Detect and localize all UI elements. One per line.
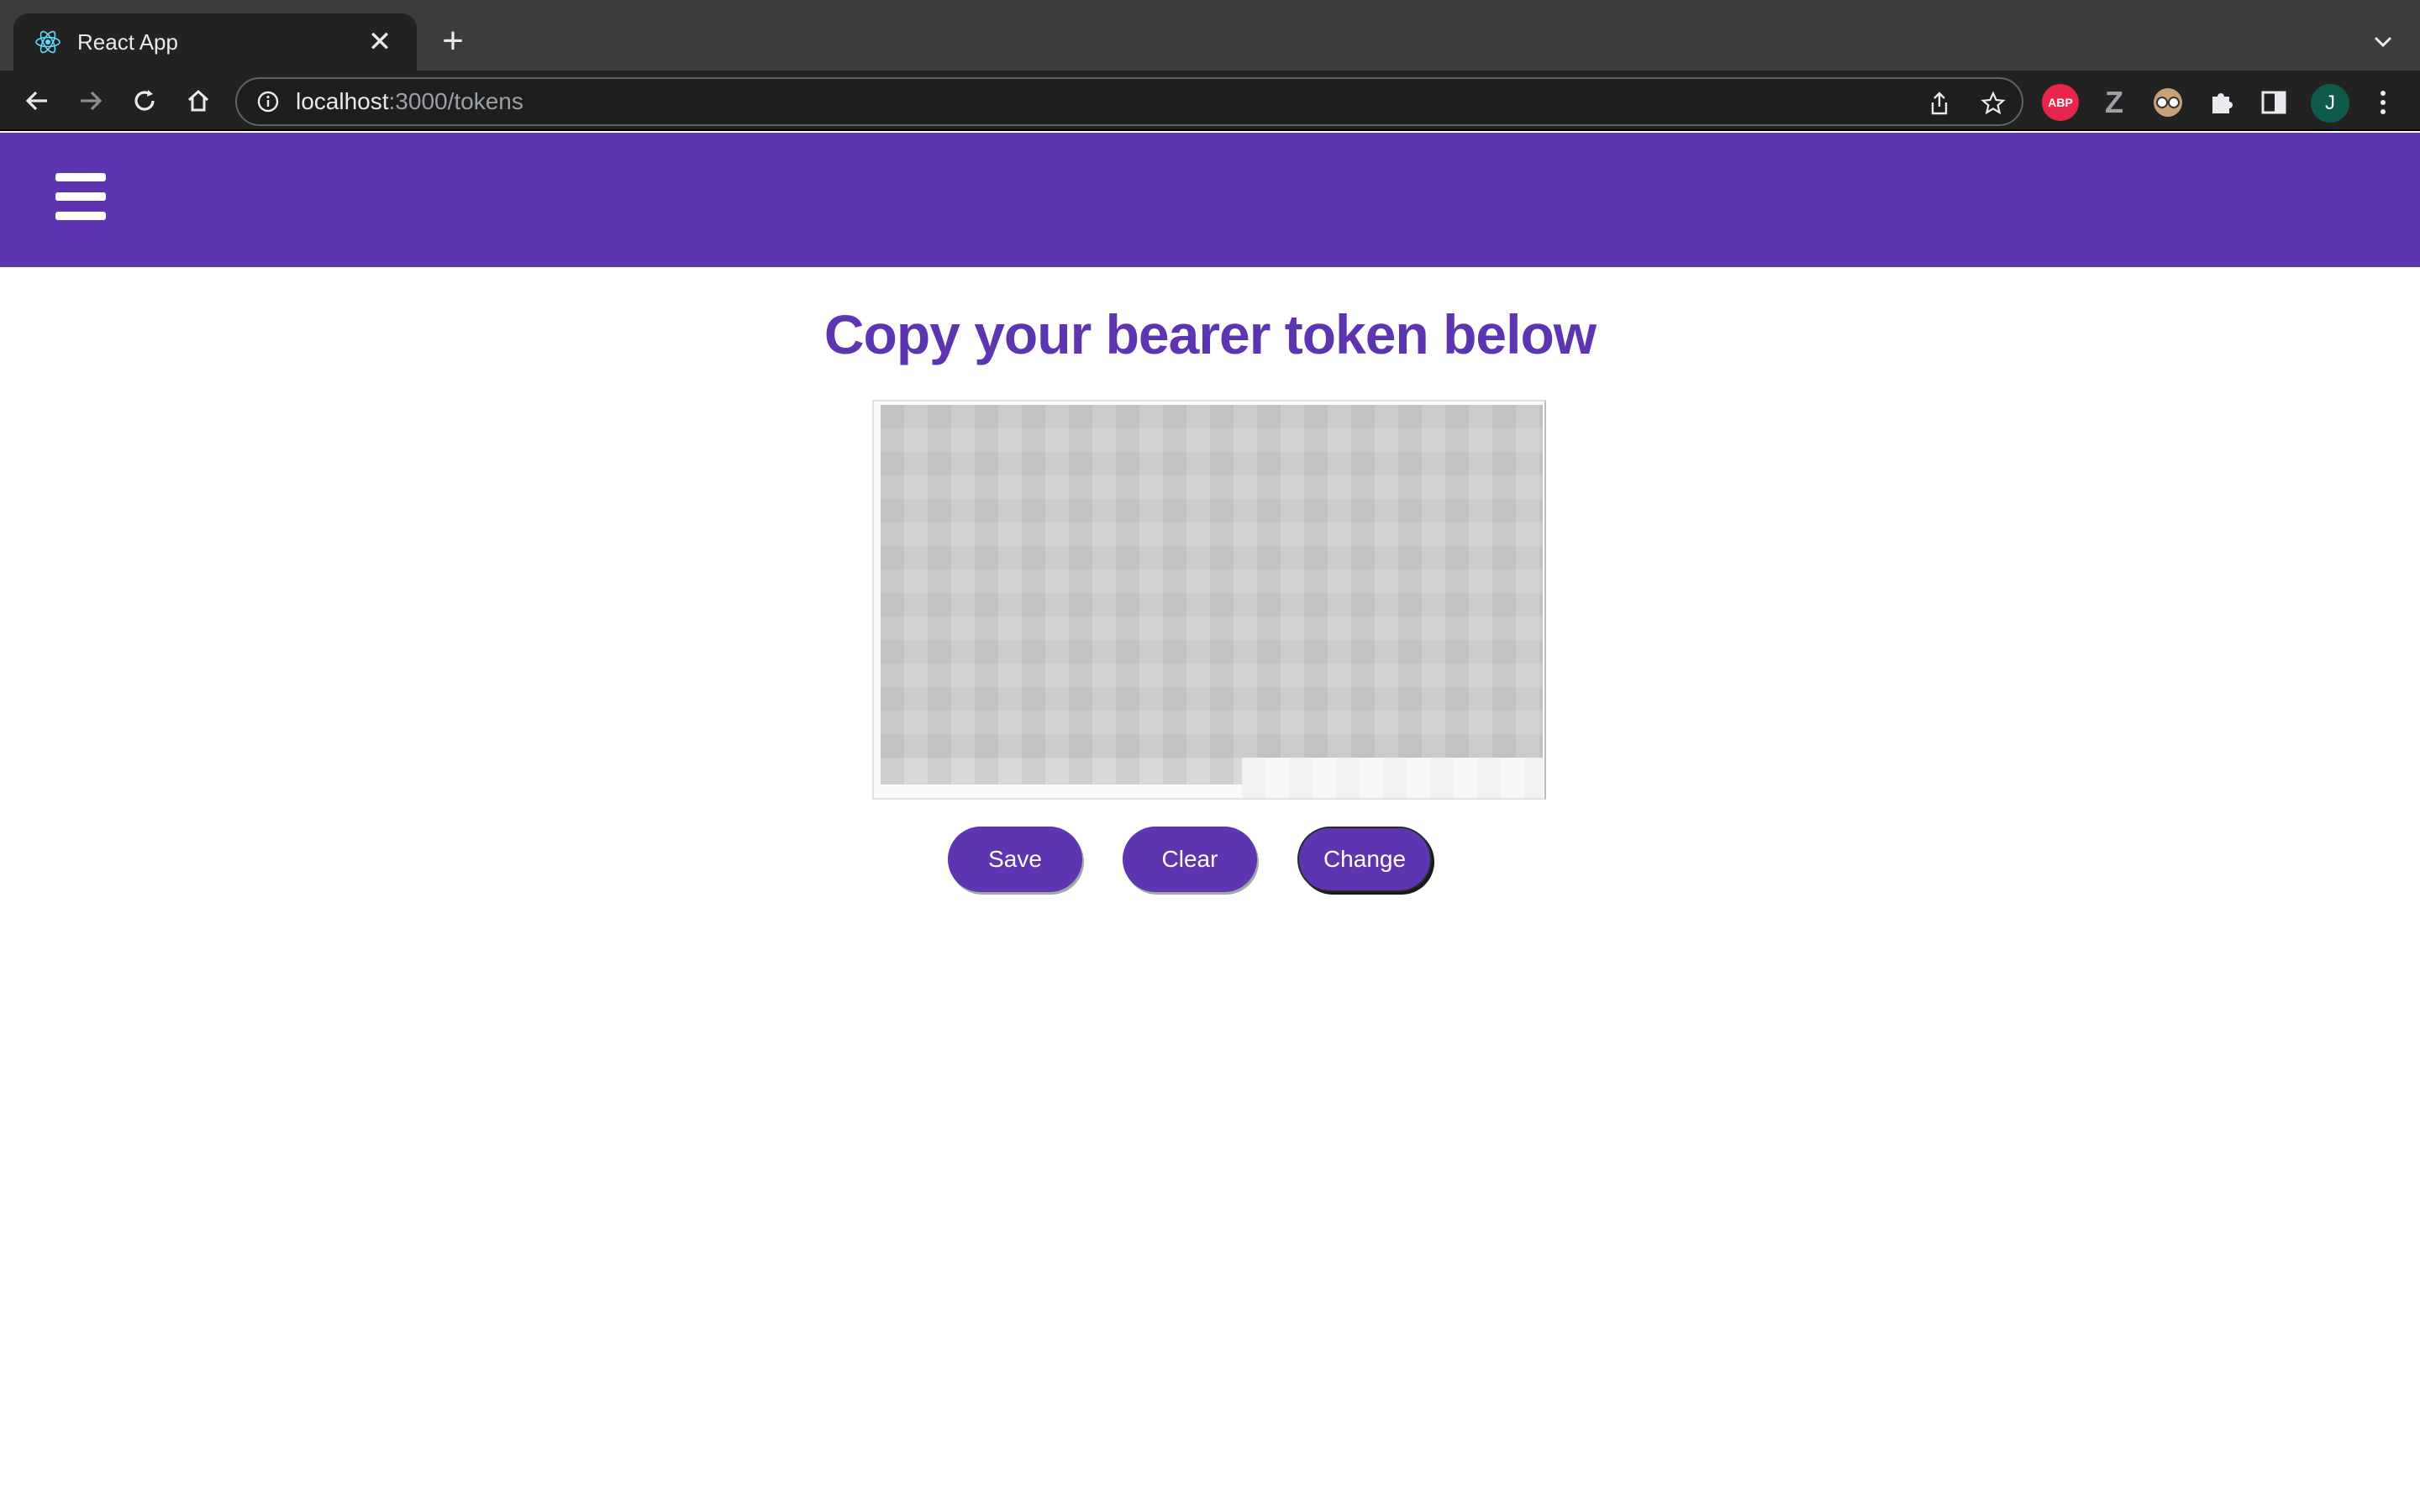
sidepanel-icon[interactable] — [2255, 84, 2292, 121]
clear-button[interactable]: Clear — [1123, 827, 1257, 892]
url-text: localhost:3000/tokens — [296, 88, 523, 114]
zotero-icon[interactable]: Z — [2096, 84, 2133, 121]
more-menu-icon[interactable] — [2365, 84, 2402, 121]
app-header — [0, 133, 2420, 267]
browser-tab-active[interactable]: React App ✕ — [13, 13, 417, 71]
tab-title: React App — [77, 29, 178, 55]
change-button[interactable]: Change — [1297, 827, 1432, 892]
reload-icon[interactable] — [124, 81, 165, 121]
browser-tabstrip: React App ✕ + — [0, 0, 2420, 71]
back-arrow-icon[interactable] — [17, 81, 57, 121]
adblock-icon[interactable]: ABP — [2042, 84, 2079, 121]
star-icon[interactable] — [1976, 87, 2010, 120]
share-icon[interactable] — [1923, 87, 1956, 120]
close-tab-icon[interactable]: ✕ — [363, 25, 397, 59]
new-tab-icon[interactable]: + — [434, 22, 472, 60]
chevron-down-icon[interactable] — [2366, 25, 2400, 59]
puzzle-icon[interactable] — [2203, 84, 2240, 121]
home-icon[interactable] — [178, 81, 218, 121]
profile-avatar[interactable]: J — [2311, 84, 2349, 123]
redacted-token-block — [881, 405, 1543, 758]
react-icon — [34, 28, 62, 56]
page-title: Copy your bearer token below — [823, 303, 1597, 365]
glasses-icon[interactable] — [2149, 84, 2186, 121]
hamburger-icon[interactable] — [55, 171, 106, 222]
address-bar[interactable]: localhost:3000/tokens — [235, 77, 2023, 126]
token-textarea[interactable] — [872, 400, 1546, 800]
redacted-token-tail-light — [1242, 758, 1543, 798]
redacted-token-tail — [881, 758, 1242, 785]
save-button[interactable]: Save — [948, 827, 1082, 892]
forward-arrow-icon[interactable] — [71, 81, 111, 121]
info-icon[interactable] — [255, 89, 281, 114]
action-buttons: Save Clear Change — [0, 827, 2420, 894]
